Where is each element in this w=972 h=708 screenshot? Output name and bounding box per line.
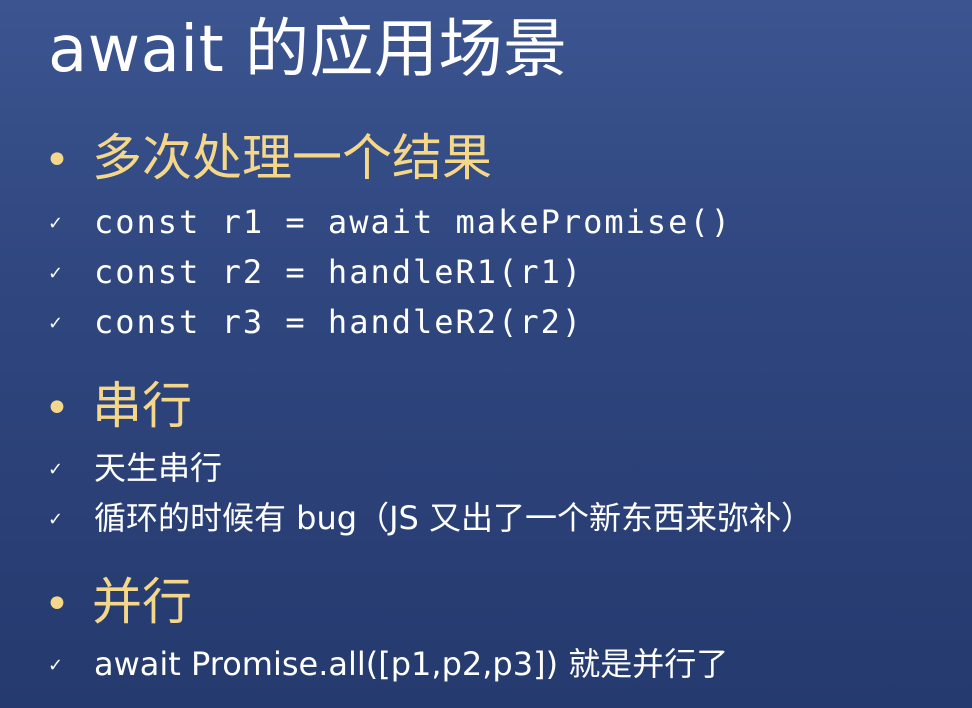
item-text: 天生串行: [94, 449, 223, 487]
list-item: ✓ const r1 = await makePromise(): [48, 200, 732, 246]
item-text: 循环的时候有 bug（JS 又出了一个新东西来弥补）: [94, 499, 814, 537]
list-item: ✓ const r2 = handleR1(r1): [48, 250, 583, 296]
check-icon: ✓: [48, 655, 64, 676]
slide-title: await 的应用场景: [48, 13, 568, 87]
check-icon: ✓: [48, 213, 64, 234]
check-icon: ✓: [48, 459, 64, 480]
section-heading-text: 并行: [92, 573, 192, 631]
check-icon: ✓: [48, 509, 64, 530]
list-item: ✓ await Promise.all([p1,p2,p3]) 就是并行了: [48, 642, 728, 688]
list-item: ✓ const r3 = handleR2(r2): [48, 300, 583, 346]
section-heading-2: • 串行: [44, 374, 192, 441]
check-icon: ✓: [48, 313, 64, 334]
list-item: ✓ 天生串行: [48, 446, 222, 492]
bullet-icon: •: [44, 579, 70, 630]
bullet-icon: •: [44, 383, 70, 434]
section-heading-1: • 多次处理一个结果: [44, 126, 492, 193]
list-item: ✓ 循环的时候有 bug（JS 又出了一个新东西来弥补）: [48, 496, 813, 542]
section-heading-3: • 并行: [44, 570, 192, 637]
code-line: const r3 = handleR2(r2): [94, 303, 584, 341]
code-line: const r2 = handleR1(r1): [94, 253, 584, 291]
section-heading-text: 多次处理一个结果: [92, 129, 492, 187]
bullet-icon: •: [44, 135, 70, 186]
item-text: await Promise.all([p1,p2,p3]) 就是并行了: [94, 645, 729, 683]
slide: await 的应用场景 • 多次处理一个结果 ✓ const r1 = await …: [0, 0, 972, 708]
check-icon: ✓: [48, 263, 64, 284]
code-line: const r1 = await makePromise(): [94, 203, 732, 241]
section-heading-text: 串行: [92, 377, 192, 435]
